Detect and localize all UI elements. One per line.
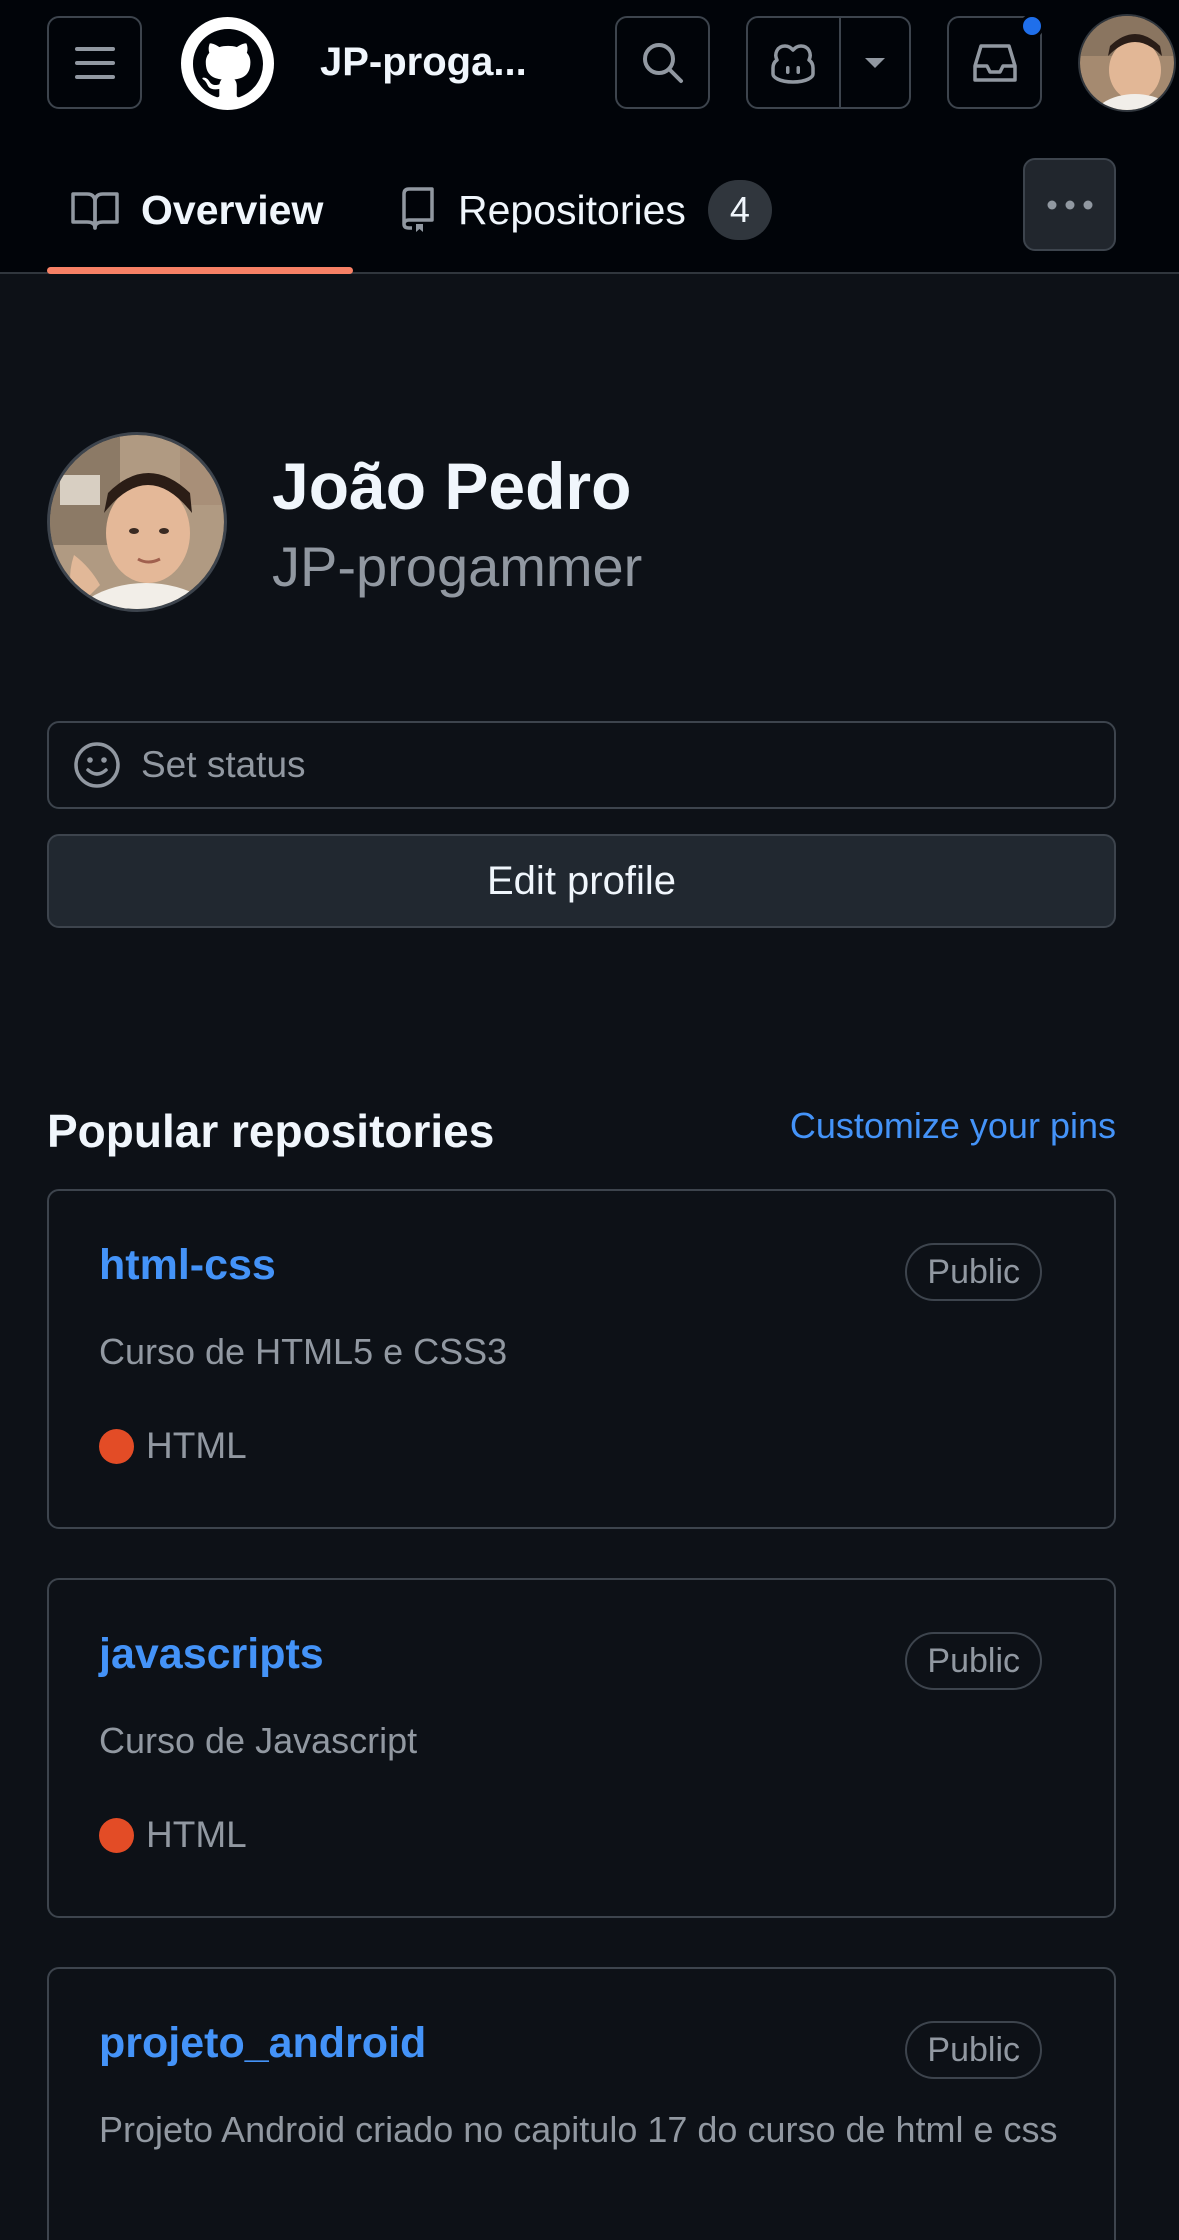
- repo-card: projeto_android Public Projeto Android c…: [47, 1967, 1116, 2240]
- repo-language-label: HTML: [146, 1814, 247, 1855]
- header-username[interactable]: JP-proga...: [320, 40, 570, 85]
- copilot-icon: [771, 43, 816, 84]
- repo-card: html-css Public Curso de HTML5 e CSS3 HT…: [47, 1189, 1116, 1529]
- profile-name: João Pedro: [272, 449, 632, 523]
- set-status-label: Set status: [141, 744, 306, 785]
- search-button[interactable]: [615, 16, 710, 109]
- repo-language: HTML: [99, 1814, 247, 1856]
- notification-indicator: [1020, 14, 1044, 38]
- visibility-badge: Public: [905, 1243, 1042, 1301]
- copilot-button-group: [746, 16, 911, 109]
- popular-repositories-heading: Popular repositories: [47, 1105, 495, 1157]
- profile-login: JP-progammer: [272, 535, 643, 598]
- avatar: [50, 435, 224, 609]
- triangle-down-icon: [864, 57, 885, 68]
- repo-card: javascripts Public Curso de Javascript H…: [47, 1578, 1116, 1918]
- edit-profile-button[interactable]: Edit profile: [47, 834, 1116, 928]
- profile-tabs: Overview Repositories 4: [0, 150, 1179, 274]
- repo-language-label: HTML: [146, 1425, 247, 1466]
- customize-pins-link[interactable]: Customize your pins: [790, 1105, 1116, 1147]
- language-color-dot: [99, 1428, 134, 1464]
- tab-overview-label: Overview: [141, 186, 324, 233]
- hamburger-icon: [74, 46, 115, 79]
- repo-description: Curso de HTML5 e CSS3: [99, 1331, 508, 1372]
- copilot-button[interactable]: [748, 18, 841, 107]
- search-icon: [642, 42, 683, 83]
- more-options-button[interactable]: [1023, 158, 1116, 251]
- user-avatar-menu[interactable]: [1078, 14, 1176, 112]
- visibility-badge: Public: [905, 1632, 1042, 1690]
- tab-overview[interactable]: Overview: [47, 150, 353, 274]
- inbox-icon: [972, 43, 1017, 82]
- repo-icon: [402, 187, 434, 232]
- tab-selected-underline: [47, 267, 353, 274]
- profile-page: JP-proga... Overview Repositories 4 João…: [0, 0, 1179, 2240]
- repositories-count-badge: 4: [707, 180, 772, 240]
- kebab-horizontal-icon: [1047, 200, 1092, 209]
- language-color-dot: [99, 1817, 134, 1853]
- profile-avatar[interactable]: [47, 432, 227, 612]
- visibility-badge: Public: [905, 2021, 1042, 2079]
- copilot-dropdown-button[interactable]: [841, 18, 909, 107]
- smiley-icon: [74, 742, 120, 788]
- menu-button[interactable]: [47, 16, 142, 109]
- repo-name-link[interactable]: javascripts: [99, 1630, 324, 1679]
- top-bar: JP-proga... Overview Repositories 4: [0, 0, 1179, 274]
- avatar: [1080, 16, 1174, 110]
- github-mark-icon: [192, 28, 263, 97]
- repo-name-link[interactable]: html-css: [99, 1241, 276, 1290]
- set-status-button[interactable]: Set status: [47, 721, 1116, 809]
- repo-name-link[interactable]: projeto_android: [99, 2019, 426, 2068]
- tab-repositories[interactable]: Repositories 4: [400, 150, 772, 270]
- repo-description: Curso de Javascript: [99, 1720, 418, 1761]
- tab-repositories-label: Repositories: [458, 186, 686, 233]
- repo-language: HTML: [99, 1425, 247, 1467]
- github-logo[interactable]: [181, 17, 274, 110]
- repo-description: Projeto Android criado no capitulo 17 do…: [99, 2109, 1058, 2150]
- book-icon: [71, 192, 119, 230]
